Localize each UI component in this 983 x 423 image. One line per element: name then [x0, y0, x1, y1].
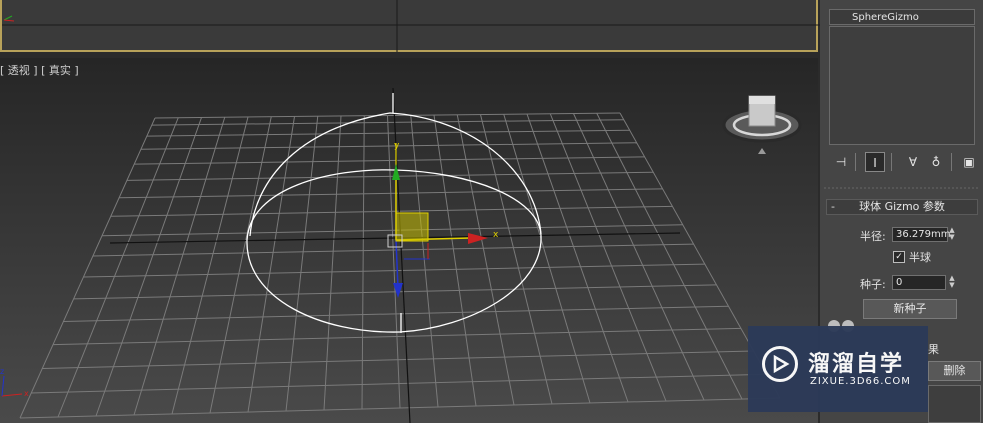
selection-plane: [395, 212, 429, 242]
y-axis-label: y: [394, 141, 400, 151]
grid-line: [410, 115, 439, 408]
grid-line: [323, 115, 342, 411]
y-axis-arrow: [392, 164, 400, 180]
pin-stack-icon[interactable]: ⊣: [831, 152, 851, 172]
grid-line: [549, 113, 667, 402]
modifier-stack-toolbar: ⊣ I ∀ ♁ ▣: [831, 152, 981, 172]
viewcube-icon[interactable]: [722, 95, 802, 154]
watermark-overlay: 溜溜自学 ZIXUE.3D66.COM: [748, 326, 928, 412]
radius-input[interactable]: 36.279mm: [892, 227, 950, 242]
grid-line: [433, 114, 477, 407]
grid-line: [387, 115, 401, 409]
svg-text:z: z: [0, 367, 4, 376]
watermark-title: 溜溜自学: [808, 352, 905, 377]
radius-label: 半径:: [860, 230, 886, 243]
radius-spinner-arrows[interactable]: ▲ ▼: [947, 227, 957, 242]
transform-gizmo: y x: [387, 141, 499, 298]
hemisphere-label: 半球: [909, 251, 931, 264]
show-end-result-icon[interactable]: I: [865, 152, 885, 172]
viewport-scene: y x x z: [0, 87, 802, 423]
rollout-title: 球体 Gizmo 参数: [859, 200, 945, 213]
watermark-logo-icon: [762, 346, 798, 382]
x-axis-arrow: [468, 233, 488, 244]
make-unique-icon[interactable]: ∀: [903, 152, 923, 172]
new-seed-button[interactable]: 新种子: [863, 299, 957, 319]
corner-axis-icon: x z: [0, 367, 29, 398]
grid-line: [95, 117, 202, 417]
watermark-url: ZIXUE.3D66.COM: [810, 376, 911, 387]
seed-label: 种子:: [860, 278, 886, 291]
delete-button[interactable]: 删除: [928, 361, 981, 381]
modifier-stack-list[interactable]: [829, 26, 975, 145]
grid-line: [133, 117, 226, 416]
svg-text:x: x: [24, 389, 29, 398]
hemisphere-checkbox[interactable]: ✓: [893, 251, 905, 263]
grid-line: [361, 115, 365, 410]
home-grid: [19, 112, 781, 419]
grid-line: [247, 116, 295, 413]
perspective-viewport[interactable]: [ 透视 ] [ 真实 ] y x x z: [0, 58, 818, 423]
seed-spinner-arrows[interactable]: ▲ ▼: [947, 275, 957, 290]
rollout-separator: [824, 187, 979, 189]
rollout-sphere-gizmo-params[interactable]: - 球体 Gizmo 参数: [826, 199, 978, 215]
grid-line: [19, 117, 156, 419]
grid-line: [596, 113, 743, 400]
x-axis-label: x: [493, 230, 499, 240]
top-viewport-axis-icon: [3, 15, 15, 22]
grid-line: [57, 117, 179, 418]
configure-sets-icon[interactable]: ▣: [959, 152, 979, 172]
grid-line: [171, 116, 249, 415]
top-viewport-grid: [2, 0, 820, 52]
top-viewport[interactable]: [0, 0, 820, 52]
grid-axis-vertical: [392, 87, 411, 423]
grid-line: [456, 114, 515, 406]
effects-rollout-partial-title: 果: [928, 343, 939, 356]
effects-list[interactable]: [928, 385, 981, 423]
grid-line: [285, 116, 319, 412]
seed-input[interactable]: 0: [892, 275, 946, 290]
object-name-field[interactable]: SphereGizmo: [829, 9, 975, 25]
remove-modifier-icon[interactable]: ♁: [926, 152, 946, 172]
gizmo-base-ellipse: [246, 169, 542, 333]
grid-line: [209, 116, 272, 414]
